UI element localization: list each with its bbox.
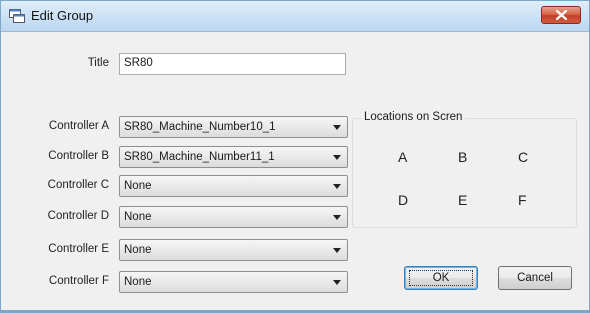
chevron-down-icon xyxy=(333,215,341,220)
location-f: F xyxy=(518,192,527,208)
dialog-body: Title SR80 Controller A SR80_Machine_Num… xyxy=(7,32,583,306)
controller-e-label: Controller E xyxy=(48,243,109,255)
controller-f-value: None xyxy=(124,276,152,288)
title-bar[interactable]: Edit Group xyxy=(1,1,589,32)
close-icon xyxy=(556,10,567,20)
chevron-down-icon xyxy=(333,155,341,160)
controller-d-label: Controller D xyxy=(47,210,109,222)
controller-b-value: SR80_Machine_Number11_1 xyxy=(124,151,275,163)
controller-c-value: None xyxy=(124,180,152,192)
window-bottom-border xyxy=(1,310,589,312)
controller-e-value: None xyxy=(124,244,152,256)
locations-group-title: Locations on Scren xyxy=(361,111,466,123)
controller-b-label: Controller B xyxy=(48,150,109,162)
close-button[interactable] xyxy=(541,6,581,24)
controller-c-select[interactable]: None xyxy=(119,175,348,197)
controller-b-select[interactable]: SR80_Machine_Number11_1 xyxy=(119,146,348,168)
controller-d-value: None xyxy=(124,211,152,223)
location-c: C xyxy=(518,149,529,165)
controller-c-label: Controller C xyxy=(47,179,109,191)
controller-f-select[interactable]: None xyxy=(119,271,348,293)
controller-d-select[interactable]: None xyxy=(119,206,348,228)
cancel-button-label: Cancel xyxy=(517,272,553,284)
ok-button[interactable]: OK xyxy=(404,266,478,290)
chevron-down-icon xyxy=(333,125,341,130)
location-d: D xyxy=(398,192,409,208)
location-a: A xyxy=(398,149,408,165)
chevron-down-icon xyxy=(333,184,341,189)
cancel-button[interactable]: Cancel xyxy=(498,266,572,290)
edit-group-dialog: Edit Group Title SR80 Controller A SR80_… xyxy=(0,0,590,313)
controller-a-value: SR80_Machine_Number10_1 xyxy=(124,121,276,133)
window-icon xyxy=(9,9,25,23)
location-e: E xyxy=(458,192,468,208)
controller-f-label: Controller F xyxy=(48,275,109,287)
controller-a-select[interactable]: SR80_Machine_Number10_1 xyxy=(119,116,348,138)
chevron-down-icon xyxy=(333,280,341,285)
title-input[interactable]: SR80 xyxy=(119,53,346,75)
location-b: B xyxy=(458,149,468,165)
title-label: Title xyxy=(87,57,109,69)
focus-rect xyxy=(409,270,473,286)
window-title: Edit Group xyxy=(31,8,94,23)
controller-e-select[interactable]: None xyxy=(119,239,348,261)
chevron-down-icon xyxy=(333,248,341,253)
locations-group: Locations on Scren A B C D E F xyxy=(352,111,577,228)
controller-a-label: Controller A xyxy=(48,120,109,132)
